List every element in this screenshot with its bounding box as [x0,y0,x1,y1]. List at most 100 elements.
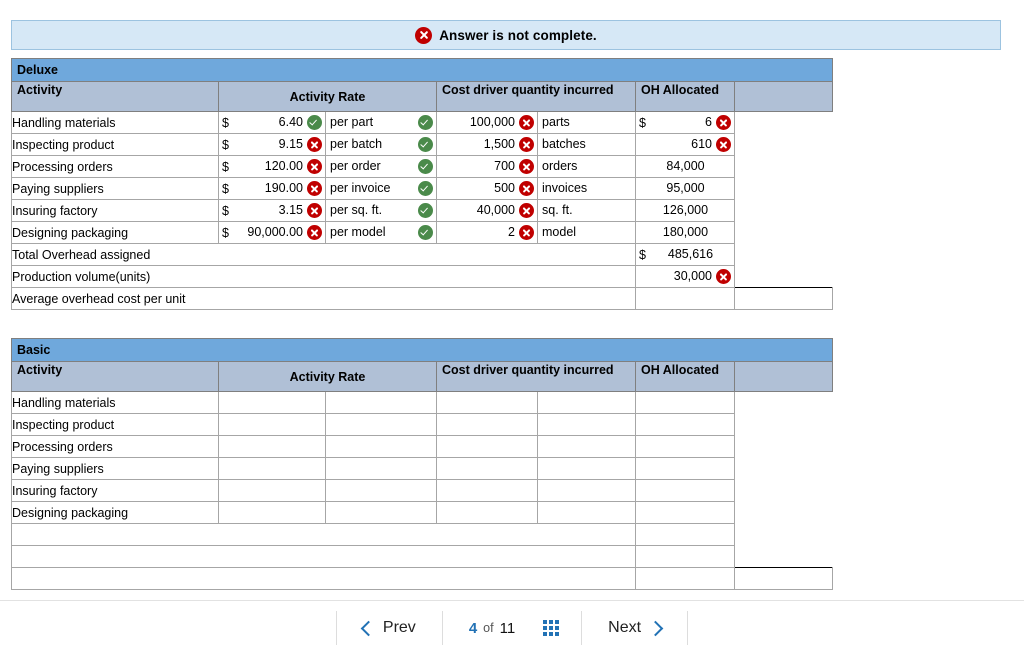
row-blank-cell [734,221,833,244]
deluxe-title: Deluxe [10,58,834,82]
activity-rate-input[interactable]: $ 190.00 [218,177,326,200]
average-overhead-input[interactable] [635,287,735,310]
oh-allocated-input[interactable] [635,391,735,414]
activity-rate-input[interactable]: $ 9.15 [218,133,326,156]
col-header-activity: Activity [11,361,219,392]
cost-driver-qty-input[interactable]: 700 [436,155,538,178]
activity-rate-input[interactable]: $ 120.00 [218,155,326,178]
col-header-blank [733,81,834,112]
check-circle-icon [418,181,433,196]
activity-rate-input[interactable] [218,457,326,480]
activity-rate-input[interactable] [218,501,326,524]
activity-rate-value: 6.40 [278,115,303,130]
activity-label: Insuring factory [11,199,219,222]
oh-allocated-input[interactable]: 84,000 [635,155,735,178]
activity-rate-unit-input[interactable]: per invoice [325,177,437,200]
oh-allocated-input[interactable]: 180,000 [635,221,735,244]
production-volume-input[interactable] [635,545,735,568]
check-circle-icon [418,115,433,130]
activity-rate-unit-input[interactable] [325,457,437,480]
currency-symbol: $ [222,203,229,218]
average-overhead-input[interactable] [635,567,735,590]
oh-allocated-value: 126,000 [662,203,709,218]
activity-label: Designing packaging [11,221,219,244]
row-blank-cell [734,111,833,134]
activity-rate-unit-input[interactable] [325,501,437,524]
activity-rate-input[interactable] [218,391,326,414]
basic-title: Basic [10,338,834,362]
average-overhead-row [11,567,834,590]
cost-driver-qty-input[interactable]: 1,500 [436,133,538,156]
next-button[interactable]: Next [582,610,687,646]
currency-symbol: $ [222,115,229,130]
oh-allocated-input[interactable] [635,501,735,524]
total-overhead-value-cell: $ 485,616 [635,243,735,266]
production-volume-label: Production volume(units) [11,265,636,288]
cost-driver-qty-input[interactable] [436,501,538,524]
average-overhead-extra-cell[interactable] [733,567,834,590]
error-circle-icon [519,137,534,152]
oh-allocated-input[interactable] [635,413,735,436]
oh-allocated-input[interactable]: 126,000 [635,199,735,222]
activity-rate-unit-input[interactable]: per order [325,155,437,178]
pagination-divider-end [687,611,689,645]
activity-rate-unit-input[interactable]: per part [325,111,437,134]
error-circle-icon [519,203,534,218]
activity-rate-input[interactable]: $ 3.15 [218,199,326,222]
activity-rate-input[interactable]: $ 90,000.00 [218,221,326,244]
activity-rate-unit-input[interactable] [325,413,437,436]
activity-rate-input[interactable] [218,435,326,458]
activity-rate-input[interactable] [218,479,326,502]
cost-driver-unit: batches [537,133,636,156]
check-circle-icon [418,159,433,174]
cost-driver-qty-value: 500 [494,181,515,196]
grid-view-icon[interactable] [543,620,560,636]
cost-driver-qty-input[interactable] [436,435,538,458]
row-blank-cell [734,501,833,524]
cost-driver-qty-input[interactable]: 100,000 [436,111,538,134]
cost-driver-qty-input[interactable] [436,413,538,436]
cost-driver-unit-value: parts [542,115,570,130]
oh-allocated-value: 6 [705,115,712,130]
activity-label: Inspecting product [11,133,219,156]
row-blank-cell [734,435,833,458]
activity-rate-input[interactable]: $ 6.40 [218,111,326,134]
oh-allocated-input[interactable]: 95,000 [635,177,735,200]
activity-rate-unit-input[interactable] [325,479,437,502]
error-circle-icon [307,225,322,240]
oh-allocated-input[interactable] [635,479,735,502]
error-circle-icon [716,269,731,284]
activity-label: Insuring factory [11,479,219,502]
average-overhead-label: Average overhead cost per unit [11,287,636,310]
cost-driver-unit [537,501,636,524]
activity-rate-unit-input[interactable]: per sq. ft. [325,199,437,222]
activity-label: Designing packaging [11,501,219,524]
chevron-left-icon [360,620,377,636]
cost-driver-qty-input[interactable] [436,479,538,502]
average-overhead-extra-cell[interactable] [733,287,834,310]
cost-driver-qty-input[interactable] [436,457,538,480]
oh-allocated-input[interactable] [635,435,735,458]
activity-rate-unit-input[interactable] [325,435,437,458]
cost-driver-qty-input[interactable]: 2 [436,221,538,244]
cost-driver-qty-input[interactable] [436,391,538,414]
cost-driver-qty-input[interactable]: 500 [436,177,538,200]
check-circle-icon [418,203,433,218]
oh-allocated-input[interactable]: 610 [635,133,735,156]
currency-symbol: $ [222,159,229,174]
activity-rate-unit-input[interactable] [325,391,437,414]
activity-label: Handling materials [11,391,219,414]
oh-allocated-input[interactable]: $ 6 [635,111,735,134]
cost-driver-qty-input[interactable]: 40,000 [436,199,538,222]
production-volume-row [11,545,833,568]
activity-rate-unit-input[interactable]: per batch [325,133,437,156]
activity-rate-unit-input[interactable]: per model [325,221,437,244]
oh-allocated-input[interactable] [635,457,735,480]
production-volume-input[interactable]: 30,000 [635,265,735,288]
col-header-oh-allocated: OH Allocated [635,81,735,112]
prev-button[interactable]: Prev [337,610,442,646]
error-circle-icon [307,203,322,218]
row-blank-cell [734,199,833,222]
activity-rate-input[interactable] [218,413,326,436]
error-circle-icon [519,225,534,240]
